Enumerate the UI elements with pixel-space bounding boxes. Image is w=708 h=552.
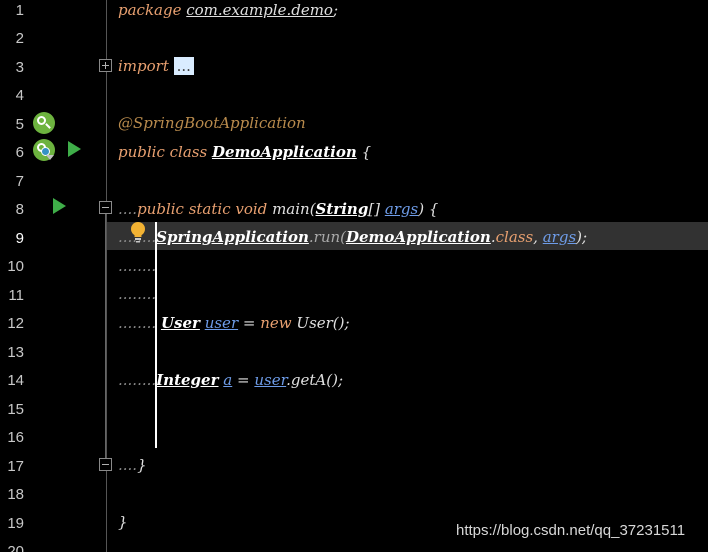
brace: { — [428, 200, 439, 218]
brace: { — [361, 143, 372, 161]
magnifier-handle-shape — [45, 123, 51, 129]
punctuation: ; — [332, 1, 339, 19]
code-line-3[interactable]: import ... — [118, 54, 194, 78]
code-line-11[interactable]: ........ — [118, 254, 156, 278]
code-line-15[interactable]: ........Integer a = user.getA(); — [118, 368, 343, 392]
code-line-13[interactable]: ........ User user = new User(); — [118, 311, 350, 335]
line-number: 12 — [7, 315, 24, 332]
line-number: 20 — [7, 543, 24, 552]
punctuation: ); — [576, 228, 588, 246]
code-line-9[interactable]: ....public static void main(String[] arg… — [118, 197, 438, 221]
annotation: @SpringBootApplication — [118, 114, 306, 132]
brace: } — [118, 513, 128, 531]
code-line-12[interactable]: ........ — [118, 282, 156, 306]
constructor-call: User(); — [296, 314, 350, 332]
line-number: 3 — [15, 59, 24, 76]
run-icon[interactable] — [68, 141, 81, 157]
fold-h-shape — [102, 464, 109, 465]
line-number: 8 — [15, 201, 24, 218]
operator: = — [242, 314, 256, 332]
code-line-18[interactable]: ....} — [118, 453, 147, 477]
line-number: 15 — [7, 401, 24, 418]
fold-h-shape — [102, 207, 109, 208]
folded-imports[interactable]: ... — [173, 57, 194, 75]
method-call: .getA(); — [286, 371, 344, 389]
method-call: .run( — [308, 228, 346, 246]
punctuation: [] — [368, 200, 381, 218]
punctuation: , — [533, 228, 538, 246]
operator: = — [237, 371, 250, 389]
fold-collapse-icon[interactable] — [99, 458, 112, 471]
type-name: User — [160, 314, 200, 332]
parameter: args — [384, 200, 419, 218]
fold-v-shape — [105, 62, 106, 69]
line-number: 4 — [15, 87, 24, 104]
fold-range-line — [105, 214, 106, 458]
code-line-1[interactable]: package com.example.demo; — [118, 0, 338, 22]
brace: } — [137, 456, 147, 474]
keyword: import — [118, 57, 169, 75]
indent-guide: .... — [118, 456, 138, 474]
line-number: 16 — [7, 429, 24, 446]
editor-gutter: 1 2 3 4 5 6 7 8 9 10 11 12 13 14 15 16 1… — [0, 0, 106, 552]
spring-bean-search-icon[interactable] — [33, 112, 55, 134]
indent-guide: ........ — [118, 285, 157, 303]
line-number: 19 — [7, 515, 24, 532]
type-name: String — [315, 200, 369, 218]
punctuation: ) — [418, 200, 425, 218]
code-editor[interactable]: 1 2 3 4 5 6 7 8 9 10 11 12 13 14 15 16 1… — [0, 0, 708, 552]
indent-guide: ........ — [118, 371, 157, 389]
line-number: 2 — [15, 30, 24, 47]
parameter: args — [542, 228, 577, 246]
line-number: 11 — [8, 287, 24, 304]
line-number: 18 — [7, 486, 24, 503]
watermark-text: https://blog.csdn.net/qq_37231511 — [456, 522, 686, 539]
code-line-6[interactable]: @SpringBootApplication — [118, 111, 306, 135]
class-name: DemoApplication — [211, 143, 357, 161]
variable: user — [254, 371, 287, 389]
line-number: 1 — [15, 2, 24, 19]
line-number: 7 — [15, 173, 24, 190]
indent-guide: ........ — [118, 257, 157, 275]
line-number: 17 — [7, 458, 24, 475]
variable: user — [204, 314, 239, 332]
code-line-7[interactable]: public class DemoApplication { — [118, 140, 371, 164]
run-icon[interactable] — [53, 198, 66, 214]
keyword: public class — [118, 143, 208, 161]
keyword: package — [118, 1, 182, 19]
code-line-10[interactable]: ........SpringApplication.run(DemoApplic… — [118, 225, 587, 249]
indent-guide: .... — [118, 200, 138, 218]
line-number: 13 — [7, 344, 24, 361]
package-name: com.example.demo — [186, 1, 333, 19]
variable: a — [223, 371, 233, 389]
lightbulb-icon[interactable] — [129, 221, 147, 243]
chevron-down-icon[interactable] — [46, 155, 54, 160]
fold-collapse-icon[interactable] — [99, 201, 112, 214]
keyword: class — [495, 228, 534, 246]
line-number: 5 — [15, 116, 24, 133]
class-name: DemoApplication — [346, 228, 491, 246]
fold-expand-icon[interactable] — [99, 59, 112, 72]
indent-guide: ........ — [118, 314, 157, 332]
keyword: public static void — [137, 200, 268, 218]
line-number-current: 9 — [15, 230, 24, 247]
method-name: main — [272, 200, 310, 218]
code-line-20[interactable]: } — [118, 510, 128, 534]
keyword: new — [260, 314, 292, 332]
text-caret — [155, 222, 157, 448]
line-number: 10 — [7, 258, 24, 275]
class-name: SpringApplication — [156, 228, 309, 246]
line-number: 14 — [7, 372, 24, 389]
line-number: 6 — [15, 144, 24, 161]
type-name: Integer — [156, 371, 219, 389]
